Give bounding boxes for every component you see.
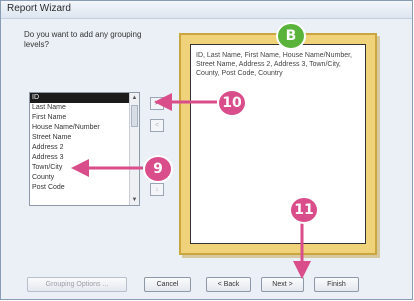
callout-b-badge: B bbox=[276, 22, 306, 50]
callout-9-badge: 9 bbox=[143, 155, 173, 183]
callout-10-badge: 10 bbox=[217, 89, 247, 117]
callout-arrows bbox=[71, 93, 311, 279]
callout-11-badge: 11 bbox=[289, 196, 319, 224]
